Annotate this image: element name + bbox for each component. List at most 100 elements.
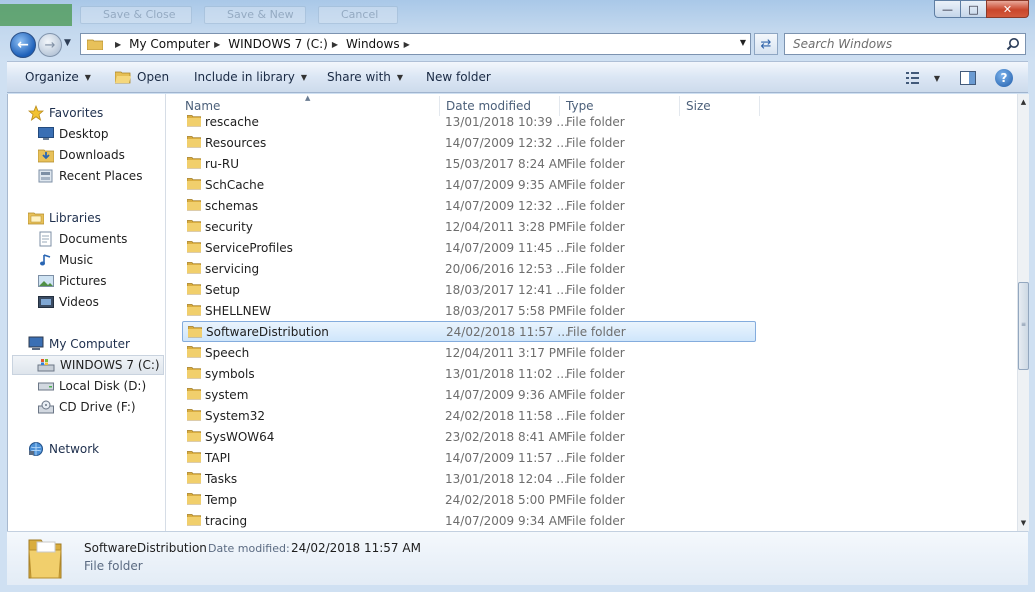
address-history-dropdown[interactable]: ▼ — [740, 38, 746, 47]
new-folder-button[interactable]: New folder — [426, 70, 491, 84]
refresh-button[interactable]: ⇄ — [754, 33, 778, 55]
file-row[interactable]: SysWOW64 23/02/2018 8:41 AM File folder — [182, 426, 756, 447]
file-row[interactable]: system 14/07/2009 9:36 AM File folder — [182, 384, 756, 405]
help-button[interactable]: ? — [993, 67, 1015, 89]
file-row[interactable]: servicing 20/06/2016 12:53 ... File folder — [182, 258, 756, 279]
breadcrumb-separator-icon[interactable]: ▶ — [332, 40, 338, 49]
search-icon[interactable] — [1006, 37, 1020, 51]
breadcrumb-my-computer[interactable]: My Computer — [129, 37, 210, 51]
nav-videos-label: Videos — [59, 295, 99, 309]
navigation-pane[interactable]: Favorites Desktop Downloads Recent Place… — [8, 94, 166, 531]
file-row[interactable]: security 12/04/2011 3:28 PM File folder — [182, 216, 756, 237]
breadcrumb-separator-icon[interactable]: ▶ — [115, 40, 121, 49]
breadcrumb-windows[interactable]: Windows — [346, 37, 400, 51]
breadcrumb-separator-icon[interactable]: ▶ — [404, 40, 410, 49]
file-row[interactable]: TAPI 14/07/2009 11:57 ... File folder — [182, 447, 756, 468]
hard-drive-icon — [38, 382, 54, 391]
file-type: File folder — [566, 114, 625, 129]
file-row[interactable]: SoftwareDistribution 24/02/2018 11:57 ...… — [182, 321, 756, 342]
nav-recent-places[interactable]: Recent Places — [38, 166, 142, 186]
file-row[interactable]: System32 24/02/2018 11:58 ... File folder — [182, 405, 756, 426]
nav-recent-places-label: Recent Places — [59, 169, 143, 183]
pictures-icon — [38, 275, 54, 287]
nav-desktop-label: Desktop — [59, 127, 109, 141]
nav-desktop[interactable]: Desktop — [38, 124, 109, 144]
nav-pictures[interactable]: Pictures — [38, 271, 107, 291]
file-row[interactable]: ServiceProfiles 14/07/2009 11:45 ... File … — [182, 237, 756, 258]
change-view-button[interactable]: ▼ — [902, 67, 944, 89]
new-folder-label: New folder — [426, 70, 491, 84]
nav-videos[interactable]: Videos — [38, 292, 99, 312]
open-button[interactable]: Open — [115, 70, 169, 84]
file-type: File folder — [566, 408, 625, 423]
file-row[interactable]: tracing 14/07/2009 9:34 AM File folder — [182, 510, 756, 531]
address-bar[interactable]: ▶ My Computer ▶ WINDOWS 7 (C:) ▶ Windows… — [80, 33, 751, 55]
breadcrumb-separator-icon[interactable]: ▶ — [214, 40, 220, 49]
star-icon — [28, 105, 44, 121]
file-row[interactable]: Setup 18/03/2017 12:41 ... File folder — [182, 279, 756, 300]
nav-drive-d[interactable]: Local Disk (D:) — [38, 376, 146, 396]
file-name: symbols — [205, 366, 255, 381]
ghost-save-new-button: Save & New — [204, 6, 306, 24]
file-type: File folder — [566, 345, 625, 360]
nav-favorites[interactable]: Favorites — [28, 103, 103, 123]
ghost-save-close-button: Save & Close — [80, 6, 192, 24]
folder-icon — [187, 115, 201, 127]
folder-icon — [187, 304, 201, 316]
preview-pane-button[interactable] — [957, 67, 979, 89]
file-row[interactable]: schemas 14/07/2009 12:32 ... File folder — [182, 195, 756, 216]
forward-button[interactable]: → — [38, 33, 62, 57]
nav-drive-f[interactable]: CD Drive (F:) — [38, 397, 136, 417]
search-input[interactable]: Search Windows — [784, 33, 1026, 55]
include-in-library-button[interactable]: Include in library ▼ — [194, 70, 307, 84]
share-with-button[interactable]: Share with ▼ — [327, 70, 403, 84]
nav-documents[interactable]: Documents — [38, 229, 127, 249]
folder-icon — [187, 157, 201, 169]
file-row[interactable]: Speech 12/04/2011 3:17 PM File folder — [182, 342, 756, 363]
nav-network[interactable]: Network — [28, 439, 99, 459]
scroll-up-arrow-icon[interactable]: ▲ — [1018, 94, 1029, 110]
scroll-down-arrow-icon[interactable]: ▼ — [1018, 515, 1029, 531]
open-folder-icon — [115, 71, 131, 83]
minimize-button[interactable]: — — [934, 0, 960, 18]
window-controls: — □ ✕ — [934, 0, 1029, 18]
file-row[interactable]: rescache 13/01/2018 10:39 ... File folder — [182, 111, 756, 132]
file-list[interactable]: ▲ Name Date modified Type Size rescache 1… — [167, 94, 1017, 531]
file-name: Resources — [205, 135, 267, 150]
nav-libraries[interactable]: Libraries — [28, 208, 101, 228]
file-row[interactable]: Temp 24/02/2018 5:00 PM File folder — [182, 489, 756, 510]
file-date-modified: 13/01/2018 11:02 ... — [445, 366, 568, 381]
nav-drive-c[interactable]: WINDOWS 7 (C:) — [12, 355, 164, 375]
file-row[interactable]: Tasks 13/01/2018 12:04 ... File folder — [182, 468, 756, 489]
file-type: File folder — [566, 429, 625, 444]
nav-my-computer[interactable]: My Computer — [28, 334, 130, 354]
computer-icon — [28, 336, 44, 350]
nav-drive-d-label: Local Disk (D:) — [59, 379, 147, 393]
documents-icon — [39, 231, 52, 247]
vertical-scrollbar[interactable]: ▲ ≡ ▼ — [1017, 94, 1029, 531]
close-button[interactable]: ✕ — [986, 0, 1029, 18]
file-name: servicing — [205, 261, 260, 276]
details-file-name: SoftwareDistribution — [84, 541, 207, 555]
nav-downloads[interactable]: Downloads — [38, 145, 125, 165]
scrollbar-thumb[interactable]: ≡ — [1018, 282, 1029, 370]
recent-pages-dropdown[interactable]: ▼ — [64, 38, 71, 48]
maximize-button[interactable]: □ — [960, 0, 986, 18]
column-divider[interactable] — [759, 96, 760, 116]
file-row[interactable]: SHELLNEW 18/03/2017 5:58 PM File folder — [182, 300, 756, 321]
share-label: Share with — [327, 70, 391, 84]
include-label: Include in library — [194, 70, 295, 84]
file-row[interactable]: symbols 13/01/2018 11:02 ... File folder — [182, 363, 756, 384]
organize-button[interactable]: Organize ▼ — [25, 70, 91, 84]
cd-drive-icon — [38, 400, 54, 414]
file-row[interactable]: Resources 14/07/2009 12:32 ... File folder — [182, 132, 756, 153]
breadcrumb-drive-c[interactable]: WINDOWS 7 (C:) — [228, 37, 328, 51]
back-button[interactable]: ← — [10, 32, 36, 58]
grip-icon: ≡ — [1021, 321, 1027, 328]
nav-music[interactable]: Music — [38, 250, 93, 270]
sort-ascending-icon: ▲ — [305, 94, 311, 102]
file-row[interactable]: SchCache 14/07/2009 9:35 AM File folder — [182, 174, 756, 195]
file-row[interactable]: ru-RU 15/03/2017 8:24 AM File folder — [182, 153, 756, 174]
file-type: File folder — [566, 366, 625, 381]
file-name: system — [205, 387, 249, 402]
